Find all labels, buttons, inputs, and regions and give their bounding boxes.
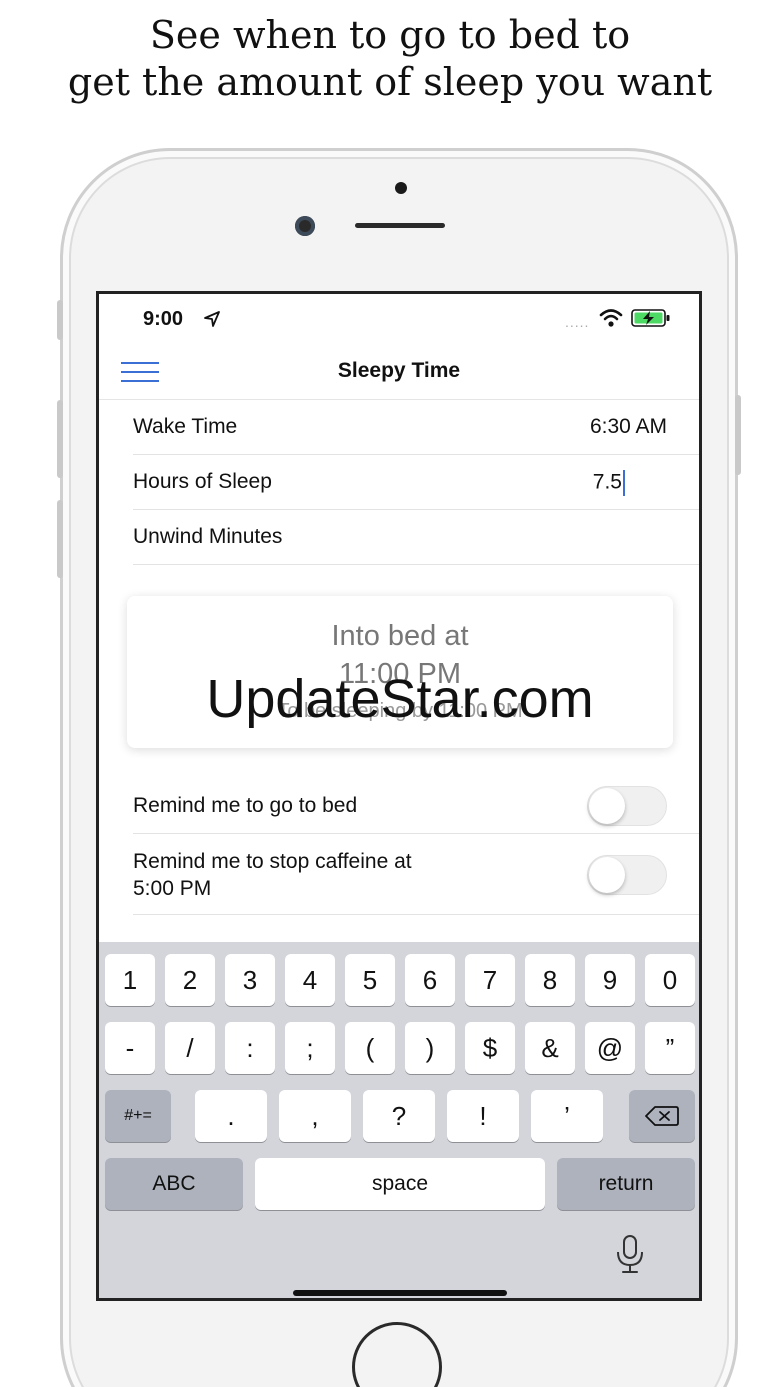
earpiece-speaker (355, 223, 445, 228)
hours-of-sleep-value: 7.5 (592, 470, 622, 494)
key-close-paren[interactable]: ) (405, 1022, 455, 1074)
side-button-volume-up (57, 400, 63, 478)
proximity-sensor (395, 182, 407, 194)
key-open-paren[interactable]: ( (345, 1022, 395, 1074)
unwind-minutes-row[interactable]: Unwind Minutes (133, 510, 699, 565)
key-0[interactable]: 0 (645, 954, 695, 1006)
remind-caffeine-label-line-2: 5:00 PM (133, 877, 212, 900)
side-button-power (735, 395, 741, 475)
headline-line-1: See when to go to bed to (149, 13, 631, 57)
wake-time-row[interactable]: Wake Time 6:30 AM (133, 400, 699, 455)
key-at[interactable]: @ (585, 1022, 635, 1074)
remind-caffeine-row: Remind me to stop caffeine at 5:00 PM (133, 834, 699, 915)
key-quote[interactable]: ” (645, 1022, 695, 1074)
key-space[interactable]: space (255, 1158, 545, 1210)
unwind-minutes-label: Unwind Minutes (133, 525, 283, 548)
key-7[interactable]: 7 (465, 954, 515, 1006)
location-arrow-icon (204, 311, 220, 327)
status-bar: 9:00 ..... (99, 294, 699, 344)
into-bed-label: Into bed at (331, 620, 469, 652)
key-question[interactable]: ? (363, 1090, 435, 1142)
key-period[interactable]: . (195, 1090, 267, 1142)
key-ampersand[interactable]: & (525, 1022, 575, 1074)
microphone-icon[interactable] (613, 1234, 647, 1274)
status-time: 9:00 (143, 308, 184, 330)
remind-caffeine-label: Remind me to stop caffeine at 5:00 PM (133, 848, 412, 902)
key-colon[interactable]: : (225, 1022, 275, 1074)
key-symbols-shift[interactable]: #+= (105, 1090, 171, 1142)
remind-bed-label: Remind me to go to bed (133, 794, 358, 817)
wake-time-label: Wake Time (133, 415, 238, 438)
wifi-icon (599, 309, 623, 327)
key-apostrophe[interactable]: ’ (531, 1090, 603, 1142)
watermark: UpdateStar.com (206, 669, 594, 729)
headline-line-2: get the amount of sleep you want (67, 60, 713, 104)
key-dollar[interactable]: $ (465, 1022, 515, 1074)
backspace-icon (645, 1106, 679, 1126)
battery-charging-icon (631, 309, 670, 327)
cellular-signal-icon: ..... (565, 314, 590, 330)
key-9[interactable]: 9 (585, 954, 635, 1006)
home-indicator (293, 1290, 507, 1296)
key-comma[interactable]: , (279, 1090, 351, 1142)
key-5[interactable]: 5 (345, 954, 395, 1006)
key-3[interactable]: 3 (225, 954, 275, 1006)
key-return[interactable]: return (557, 1158, 695, 1210)
hours-of-sleep-label: Hours of Sleep (133, 470, 272, 493)
bedtime-result-card: Into bed at 11:00 PM To be sleeping by 1… (127, 596, 673, 748)
key-6[interactable]: 6 (405, 954, 455, 1006)
text-cursor (623, 470, 625, 496)
remind-caffeine-label-line-1: Remind me to stop caffeine at (133, 850, 412, 873)
key-exclamation[interactable]: ! (447, 1090, 519, 1142)
side-button-silent (57, 300, 63, 340)
remind-bed-row: Remind me to go to bed (133, 778, 699, 834)
key-4[interactable]: 4 (285, 954, 335, 1006)
key-abc[interactable]: ABC (105, 1158, 243, 1210)
hours-of-sleep-row[interactable]: Hours of Sleep 7.5 (133, 455, 699, 510)
key-delete[interactable] (629, 1090, 695, 1142)
phone-screen: 9:00 ..... Sleepy Time Wake Time 6:30 AM… (96, 291, 702, 1301)
numeric-keyboard: 1 2 3 4 5 6 7 8 9 0 - / : ; ( ) $ & @ ” … (99, 942, 699, 1298)
wake-time-value[interactable]: 6:30 AM (590, 415, 667, 439)
key-semicolon[interactable]: ; (285, 1022, 335, 1074)
remind-caffeine-toggle[interactable] (587, 855, 667, 895)
side-button-volume-down (57, 500, 63, 578)
headline: See when to go to bed to get the amount … (0, 12, 780, 106)
key-1[interactable]: 1 (105, 954, 155, 1006)
key-8[interactable]: 8 (525, 954, 575, 1006)
key-slash[interactable]: / (165, 1022, 215, 1074)
key-hyphen[interactable]: - (105, 1022, 155, 1074)
page-title: Sleepy Time (337, 359, 461, 382)
key-2[interactable]: 2 (165, 954, 215, 1006)
front-camera (295, 216, 315, 236)
navigation-bar: Sleepy Time (99, 344, 699, 400)
hours-of-sleep-input[interactable]: 7.5 (593, 470, 625, 496)
remind-bed-toggle[interactable] (587, 786, 667, 826)
